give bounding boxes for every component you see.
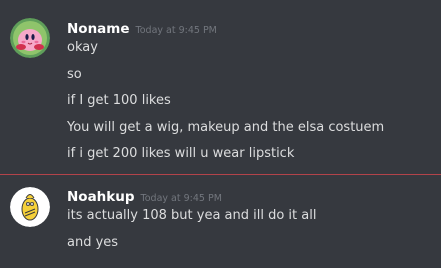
message-header: Noahkup Today at 9:45 PM — [67, 186, 222, 205]
message-text: You will get a wig, makeup and the elsa … — [67, 120, 385, 135]
new-messages-divider — [0, 174, 441, 175]
username[interactable]: Noahkup — [67, 189, 135, 205]
message-header: Noname Today at 9:45 PM — [67, 18, 217, 37]
message-text: its actually 108 but yea and ill do it a… — [67, 208, 317, 223]
username[interactable]: Noname — [67, 21, 130, 37]
message-text: if i get 200 likes will u wear lipstick — [67, 146, 295, 161]
timestamp: Today at 9:45 PM — [140, 193, 222, 204]
cartoon-character-avatar-icon[interactable] — [10, 187, 50, 227]
timestamp: Today at 9:45 PM — [135, 25, 217, 36]
message-text: so — [67, 67, 82, 82]
kirby-avatar-icon[interactable] — [10, 18, 50, 58]
message-text: and yes — [67, 235, 119, 250]
message-text: if I get 100 likes — [67, 93, 171, 108]
message-text: okay — [67, 40, 98, 55]
chat-message-list: Noname Today at 9:45 PM okay so if I get … — [0, 0, 441, 268]
